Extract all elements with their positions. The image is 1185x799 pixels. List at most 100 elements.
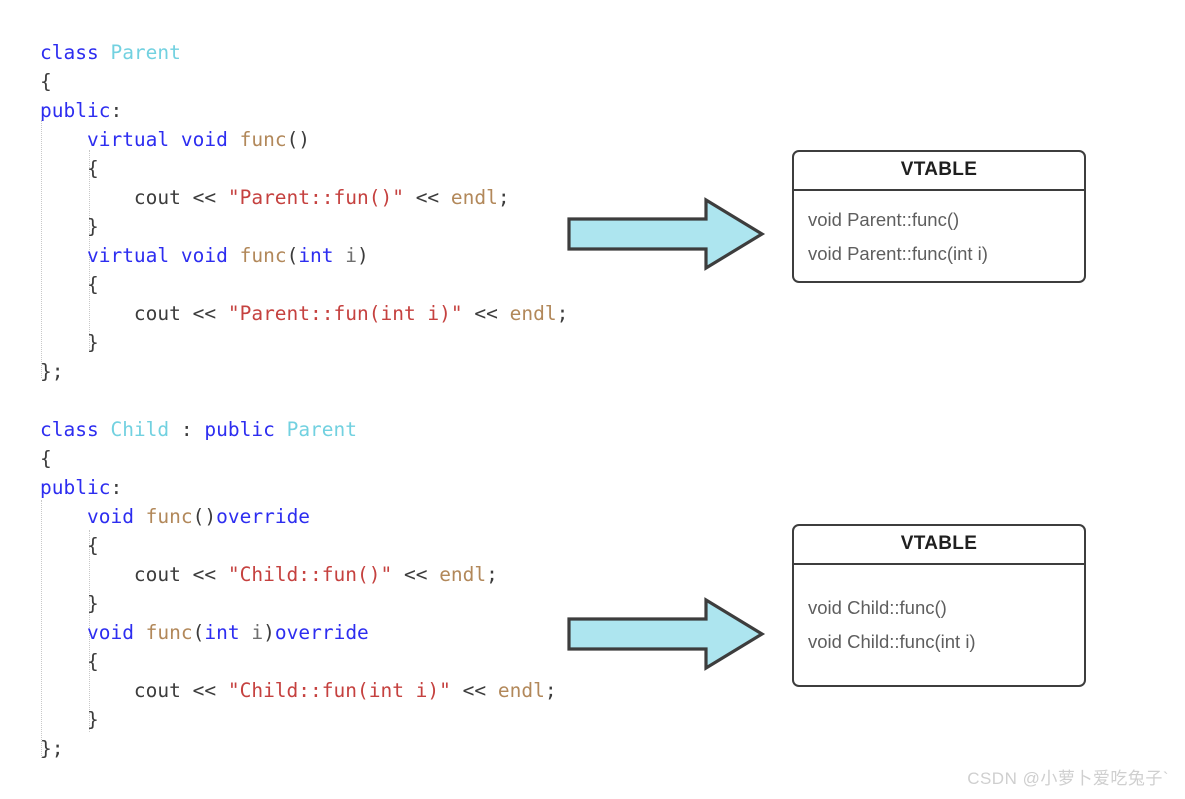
- csdn-watermark: CSDN @小萝卜爱吃兔子`: [967, 769, 1169, 788]
- code-token-pun: }: [40, 708, 99, 731]
- code-token-pun: :: [110, 99, 123, 122]
- code-token-pun: <<: [450, 679, 498, 702]
- code-line: {: [40, 67, 660, 96]
- code-token-typ: Child: [110, 418, 170, 441]
- code-token-pun: <<: [403, 186, 451, 209]
- code-token-pun: {: [40, 447, 52, 470]
- code-token-pun: :: [169, 418, 205, 441]
- code-token-kw: void: [86, 621, 146, 644]
- vtable-box-child: VTABLE void Child::func() void Child::fu…: [792, 524, 1086, 687]
- vtable-title: VTABLE: [794, 152, 1084, 191]
- code-token-pun: (: [192, 621, 205, 644]
- code-token-kw: virtual void: [86, 128, 240, 151]
- vtable-entries: void Parent::func() void Parent::func(in…: [794, 191, 1084, 281]
- code-token-fn: func: [145, 621, 193, 644]
- code-token-pun: ;: [556, 302, 569, 325]
- code-token-fn: func: [145, 505, 193, 528]
- code-token-pun: {: [40, 157, 99, 180]
- code-token-kw: override: [274, 621, 369, 644]
- code-line: cout << "Parent::fun(int i)" << endl;: [40, 299, 660, 328]
- code-token-kw: public: [40, 99, 111, 122]
- code-token-fn: endl: [497, 679, 545, 702]
- code-token-typ: Parent: [110, 41, 181, 64]
- code-line: };: [40, 357, 660, 386]
- code-token-pun: };: [40, 360, 64, 383]
- code-token-pun: cout <<: [40, 186, 228, 209]
- code-token-pun: <<: [392, 563, 440, 586]
- code-token-pun: ;: [497, 186, 510, 209]
- arrow-parent-to-vtable: [566, 196, 766, 277]
- code-token-fn: func: [239, 244, 287, 267]
- code-line: public:: [40, 473, 660, 502]
- code-token-pun: ): [263, 621, 275, 644]
- code-token-str: "Parent::fun()": [227, 186, 404, 209]
- code-token-kw: int: [204, 621, 240, 644]
- code-token-pun: ): [357, 244, 369, 267]
- code-token-pun: {: [40, 70, 52, 93]
- code-token-str: "Parent::fun(int i)": [227, 302, 463, 325]
- code-token-pun: [40, 621, 87, 644]
- code-line: cout << "Child::fun()" << endl;: [40, 560, 660, 589]
- code-line: public:: [40, 96, 660, 125]
- code-token-pun: [40, 244, 87, 267]
- code-line: {: [40, 444, 660, 473]
- code-token-pun: (: [286, 244, 299, 267]
- code-section-child-class: class Child : public Parent { public: void…: [40, 415, 660, 763]
- code-line: {: [40, 531, 660, 560]
- code-token-pun: {: [40, 273, 99, 296]
- code-token-pun: [240, 621, 252, 644]
- vtable-entry: void Child::func(int i): [808, 631, 976, 652]
- code-token-pun: };: [40, 737, 64, 760]
- vtable-entry: void Parent::func(int i): [808, 243, 988, 264]
- vtable-entry: void Parent::func(): [808, 209, 960, 230]
- code-token-pun: (): [286, 128, 311, 151]
- code-token-kw: class: [40, 418, 111, 441]
- code-token-pun: {: [40, 650, 99, 673]
- code-token-pun: [40, 128, 87, 151]
- vtable-entry: void Child::func(): [808, 597, 947, 618]
- code-token-kw: public: [204, 418, 287, 441]
- vtable-box-parent: VTABLE void Parent::func() void Parent::…: [792, 150, 1086, 283]
- arrow-child-to-vtable: [566, 596, 766, 677]
- code-token-str: "Child::fun(int i)": [227, 679, 451, 702]
- code-token-var: i: [345, 244, 358, 267]
- code-token-pun: {: [40, 534, 99, 557]
- code-token-fn: func: [239, 128, 287, 151]
- code-line: void func()override: [40, 502, 660, 531]
- code-line: cout << "Child::fun(int i)" << endl;: [40, 676, 660, 705]
- code-line: class Child : public Parent: [40, 415, 660, 444]
- code-token-pun: }: [40, 215, 99, 238]
- code-token-pun: cout <<: [40, 302, 228, 325]
- code-token-pun: :: [110, 476, 123, 499]
- code-token-pun: [334, 244, 346, 267]
- code-token-pun: cout <<: [40, 679, 228, 702]
- code-token-pun: ;: [486, 563, 498, 586]
- code-token-kw: int: [298, 244, 334, 267]
- vtable-entries: void Child::func() void Child::func(int …: [794, 565, 1084, 685]
- code-token-kw: void: [86, 505, 146, 528]
- code-token-kw: override: [216, 505, 311, 528]
- code-line: }: [40, 705, 660, 734]
- vtable-title: VTABLE: [794, 526, 1084, 565]
- code-line: class Parent: [40, 38, 660, 67]
- code-token-var: i: [251, 621, 264, 644]
- code-line: };: [40, 734, 660, 763]
- code-token-kw: public: [40, 476, 111, 499]
- code-token-fn: endl: [439, 563, 487, 586]
- code-token-str: "Child::fun()": [227, 563, 393, 586]
- code-token-kw: virtual void: [86, 244, 240, 267]
- code-line: {: [40, 154, 660, 183]
- code-token-typ: Parent: [286, 418, 358, 441]
- code-token-pun: [40, 505, 87, 528]
- code-line: virtual void func(): [40, 125, 660, 154]
- code-token-fn: endl: [450, 186, 498, 209]
- code-token-pun: (): [192, 505, 217, 528]
- code-token-pun: }: [40, 592, 99, 615]
- code-token-kw: class: [40, 41, 111, 64]
- code-token-pun: }: [40, 331, 99, 354]
- code-token-pun: cout <<: [40, 563, 228, 586]
- code-token-pun: ;: [544, 679, 557, 702]
- code-token-fn: endl: [509, 302, 557, 325]
- code-line: }: [40, 328, 660, 357]
